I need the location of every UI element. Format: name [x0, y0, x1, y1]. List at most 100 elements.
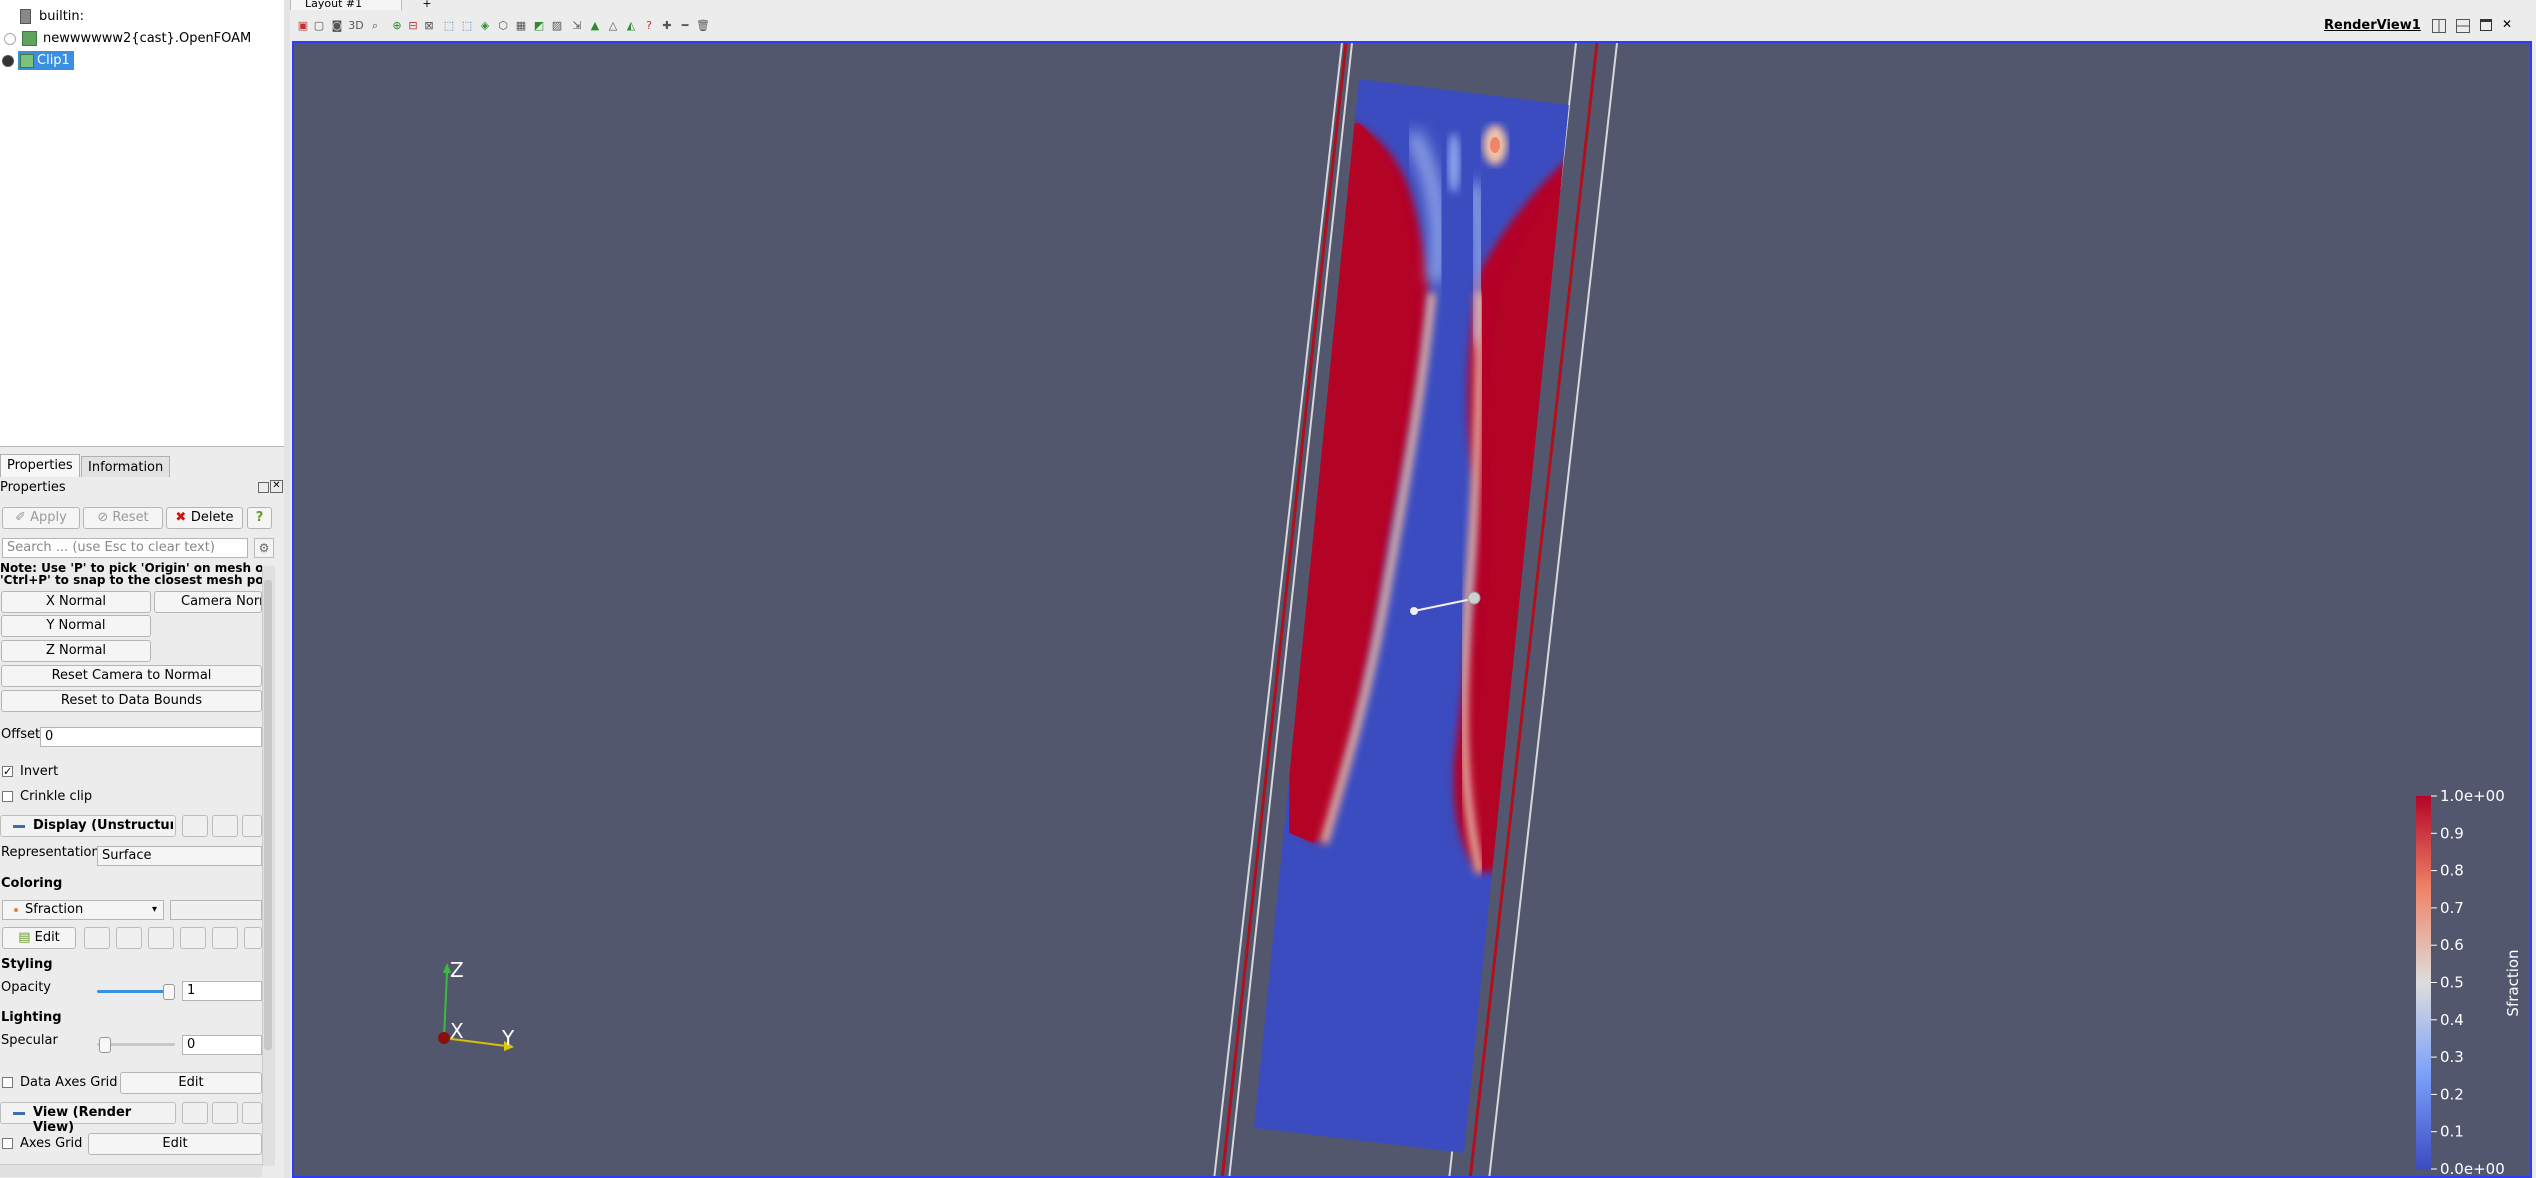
- crinkle-clip-checkbox[interactable]: [2, 791, 13, 802]
- component-select[interactable]: [170, 900, 262, 920]
- delete-button[interactable]: ✖ Delete: [166, 507, 243, 529]
- select-polygon-icon[interactable]: ⬡: [496, 19, 510, 33]
- coloring-select[interactable]: Sfraction ▾: [2, 900, 164, 920]
- copy-icon[interactable]: [182, 815, 208, 837]
- help-button[interactable]: ?: [247, 507, 272, 529]
- axes-grid-checkbox[interactable]: [2, 1138, 13, 1149]
- clear-selection-icon[interactable]: 🗑: [696, 19, 710, 33]
- view-section-header[interactable]: View (Render View): [0, 1102, 176, 1135]
- data-axes-grid-checkbox[interactable]: [2, 1077, 13, 1088]
- axes-grid-label: Axes Grid: [20, 1136, 83, 1151]
- select-frustum-icon[interactable]: ◈: [478, 19, 492, 33]
- x-normal-button[interactable]: X Normal: [1, 591, 151, 613]
- chevron-down-icon: ▾: [151, 904, 157, 915]
- center-icon[interactable]: ⊕: [390, 19, 404, 33]
- pipeline-item-clip1[interactable]: Clip1: [2, 50, 74, 72]
- reset-label: Reset: [112, 510, 149, 525]
- edit-colormap-button[interactable]: ▤ Edit: [2, 927, 76, 949]
- opacity-field[interactable]: 1: [182, 981, 262, 1001]
- color-legend-icon[interactable]: [212, 927, 238, 949]
- hover-cells-icon[interactable]: ⇲: [570, 19, 584, 33]
- close-panel-icon[interactable]: ✕: [270, 480, 283, 493]
- render-view-label[interactable]: RenderView1: [2324, 18, 2421, 33]
- view-section-label: View (Render View): [33, 1105, 132, 1135]
- rescale-icon[interactable]: [84, 927, 110, 949]
- z-normal-button[interactable]: Z Normal: [1, 640, 151, 662]
- point-data-icon: [14, 908, 18, 912]
- toggle-3d-button[interactable]: 3D: [346, 19, 366, 33]
- minus-icon[interactable]: ⊟: [406, 19, 420, 33]
- reset-to-data-bounds-button[interactable]: Reset to Data Bounds: [1, 690, 262, 712]
- zoom-to-box-icon[interactable]: ⌕: [368, 19, 382, 33]
- render-canvas[interactable]: Z X Y 1.0e+00 0.9 0.8 0.7 0.6 0.5 0.4 0.3 0.2 0.1…: [294, 43, 2532, 1178]
- reset-camera-to-normal-button[interactable]: Reset Camera to Normal: [1, 665, 262, 687]
- color-legend[interactable]: 1.0e+00 0.9 0.8 0.7 0.6 0.5 0.4 0.3 0.2 0.1 0.0e+0…: [2416, 787, 2522, 1178]
- paste-icon[interactable]: [212, 1102, 238, 1124]
- offset-field[interactable]: 0: [40, 727, 262, 747]
- visibility-eye-icon[interactable]: [2, 54, 14, 67]
- visibility-eye-icon[interactable]: [4, 32, 16, 45]
- rescale-temporal-icon[interactable]: [148, 927, 174, 949]
- tab-properties[interactable]: Properties: [0, 454, 80, 477]
- hover-points-icon[interactable]: ▨: [550, 19, 564, 33]
- rescale-visible-icon[interactable]: [180, 927, 206, 949]
- pipeline-item-builtin[interactable]: builtin:: [20, 6, 84, 28]
- subtract-selection-icon[interactable]: ━: [678, 19, 692, 33]
- float-panel-icon[interactable]: [258, 482, 269, 493]
- display-section-label: Display (Unstructur: [33, 818, 173, 833]
- specular-field[interactable]: 0: [182, 1035, 262, 1055]
- properties-scrollbar-thumb[interactable]: [264, 580, 272, 1050]
- add-selection-icon[interactable]: ✚: [660, 19, 674, 33]
- interactive-select-icon[interactable]: ◩: [532, 19, 546, 33]
- crinkle-clip-label: Crinkle clip: [20, 789, 93, 804]
- camera-normal-button[interactable]: Camera Norm: [154, 591, 262, 613]
- edit-selection-icon[interactable]: ◭: [624, 19, 638, 33]
- coloring-label: Coloring: [1, 876, 63, 891]
- left-panel: builtin: newwwwww2{cast}.OpenFOAM Clip1 …: [0, 0, 290, 1178]
- gear-icon[interactable]: ⚙: [254, 538, 274, 558]
- split-horizontal-icon[interactable]: [2432, 19, 2446, 33]
- select-block-icon[interactable]: ▦: [514, 19, 528, 33]
- capture-screenshot-icon[interactable]: ▣: [296, 19, 310, 33]
- search-input[interactable]: Search ... (use Esc to clear text): [2, 538, 248, 558]
- tab-information[interactable]: Information: [81, 456, 171, 477]
- grow-selection-icon[interactable]: ▲: [588, 19, 602, 33]
- representation-select[interactable]: Surface: [97, 846, 262, 866]
- rotation-center-icon[interactable]: ⊠: [422, 19, 436, 33]
- copy-icon[interactable]: [182, 1102, 208, 1124]
- color-legend-tick-label: 0.6: [2440, 936, 2464, 954]
- pipeline-item-openfoam[interactable]: newwwwww2{cast}.OpenFOAM: [4, 28, 251, 50]
- camera-icon[interactable]: ◙: [330, 19, 344, 33]
- split-vertical-icon[interactable]: [2456, 19, 2470, 33]
- specular-slider-handle[interactable]: [99, 1037, 111, 1053]
- axes-grid-edit-button[interactable]: Edit: [88, 1133, 262, 1155]
- color-legend-tick-label: 0.2: [2440, 1085, 2464, 1103]
- rescale-custom-icon[interactable]: [116, 927, 142, 949]
- pipeline-splitter[interactable]: [284, 0, 290, 1178]
- add-layout-button[interactable]: +: [420, 0, 434, 10]
- color-legend-bar: [2416, 796, 2431, 1169]
- close-view-icon[interactable]: ✕: [2500, 17, 2514, 31]
- refresh-icon[interactable]: [242, 1102, 262, 1124]
- shrink-selection-icon[interactable]: △: [606, 19, 620, 33]
- data-axes-grid-edit-button[interactable]: Edit: [120, 1072, 262, 1094]
- collapse-icon[interactable]: [13, 825, 25, 828]
- collapse-icon[interactable]: [13, 1112, 25, 1115]
- opacity-slider-handle[interactable]: [163, 984, 175, 1000]
- refresh-icon[interactable]: [242, 815, 262, 837]
- select-cells-icon[interactable]: ⬚: [442, 19, 456, 33]
- query-icon[interactable]: ?: [642, 19, 656, 33]
- render-view[interactable]: Z X Y 1.0e+00 0.9 0.8 0.7 0.6 0.5 0.4 0.3 0.2 0.1…: [292, 41, 2532, 1178]
- apply-button[interactable]: ✐ Apply: [2, 507, 80, 529]
- paste-icon[interactable]: [212, 815, 238, 837]
- preset-icon[interactable]: [244, 927, 262, 949]
- y-normal-button[interactable]: Y Normal: [1, 615, 151, 637]
- copy-screenshot-icon[interactable]: ▢: [312, 19, 326, 33]
- select-points-icon[interactable]: ⬚: [460, 19, 474, 33]
- properties-header: Properties: [0, 480, 66, 495]
- display-section-header[interactable]: Display (Unstructur: [0, 815, 176, 837]
- reset-button[interactable]: ⊘ Reset: [83, 507, 163, 529]
- horizontal-scrollbar[interactable]: [0, 1164, 262, 1177]
- invert-checkbox[interactable]: ✓: [2, 766, 13, 777]
- maximize-icon[interactable]: [2480, 19, 2492, 31]
